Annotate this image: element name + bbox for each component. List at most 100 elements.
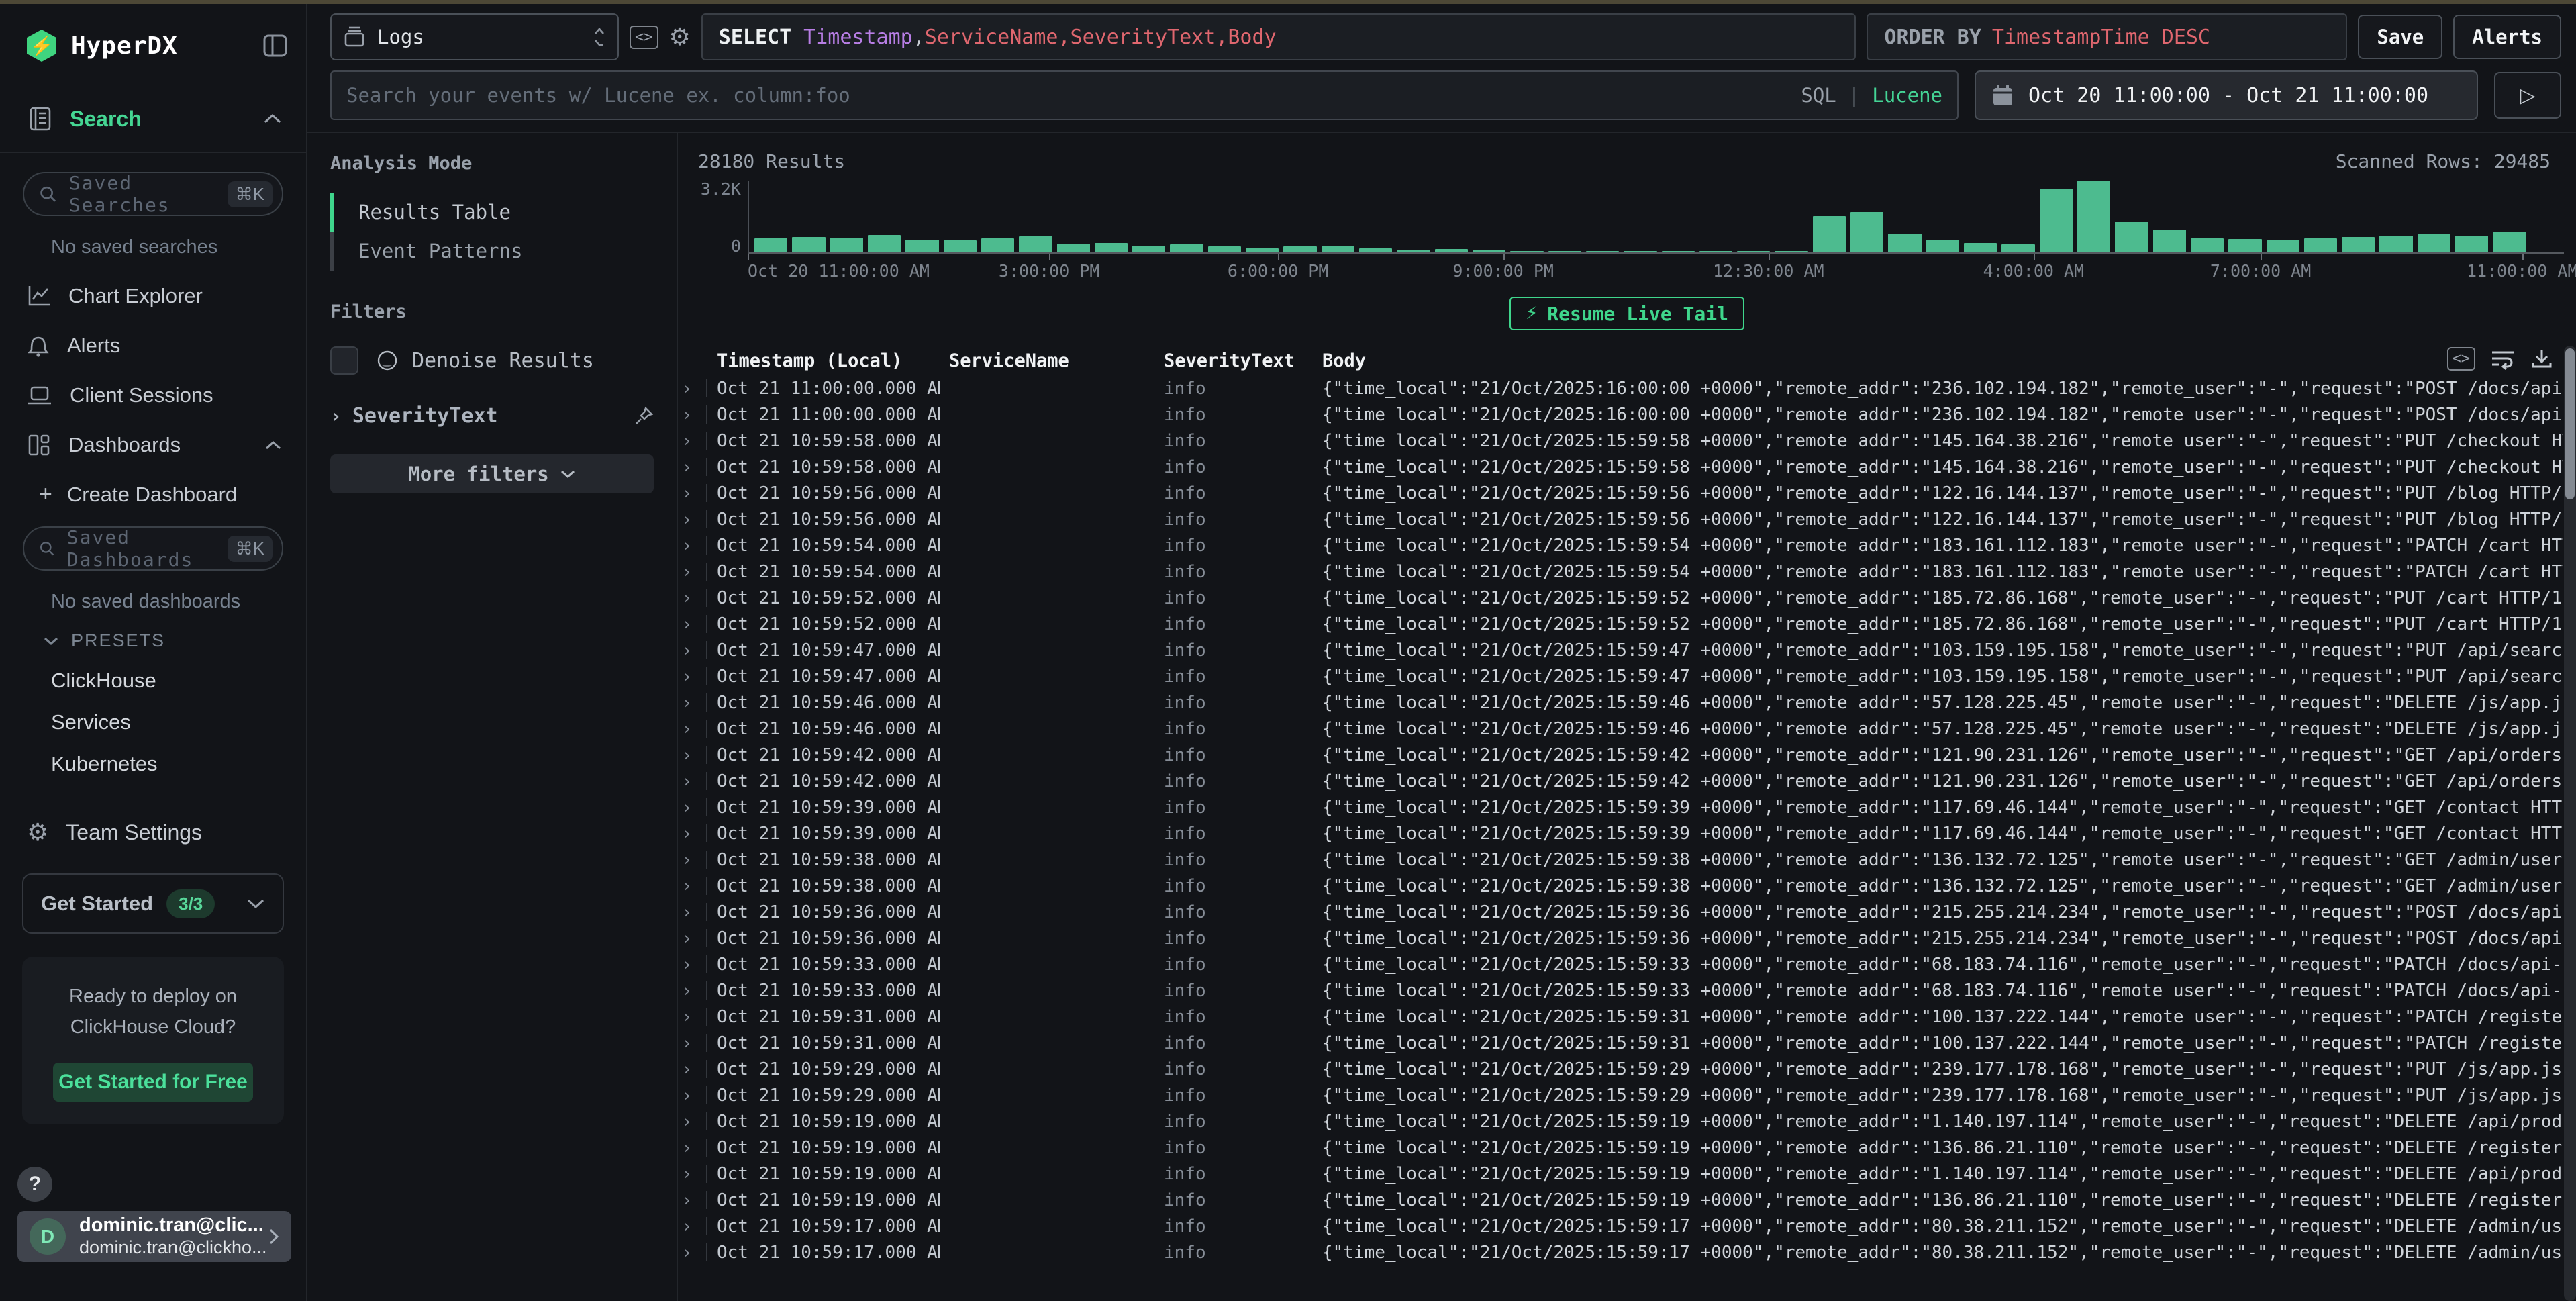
- expand-row-icon[interactable]: ›: [678, 981, 707, 1000]
- expand-row-icon[interactable]: ›: [678, 615, 707, 633]
- expand-row-icon[interactable]: ›: [678, 1034, 707, 1052]
- table-row[interactable]: › Oct 21 10:59:54.000 AM info {"time_loc…: [678, 559, 2563, 585]
- sidebar-item-alerts[interactable]: Alerts: [0, 334, 306, 358]
- expand-row-icon[interactable]: ›: [678, 877, 707, 895]
- table-row[interactable]: › Oct 21 11:00:00.000 AM info {"time_loc…: [678, 375, 2563, 401]
- table-row[interactable]: › Oct 21 10:59:19.000 AM info {"time_loc…: [678, 1135, 2563, 1161]
- expand-row-icon[interactable]: ›: [678, 405, 707, 424]
- run-query-button[interactable]: ▷: [2494, 72, 2561, 119]
- severity-filter-group[interactable]: › SeverityText: [330, 404, 654, 428]
- create-dashboard-button[interactable]: + Create Dashboard: [39, 481, 306, 508]
- expand-row-icon[interactable]: ›: [678, 851, 707, 869]
- column-header-timestamp[interactable]: Timestamp (Local): [707, 350, 940, 371]
- sidebar-item-client-sessions[interactable]: Client Sessions: [0, 383, 306, 407]
- sidebar-collapse-icon[interactable]: [263, 34, 287, 57]
- table-row[interactable]: › Oct 21 10:59:19.000 AM info {"time_loc…: [678, 1161, 2563, 1187]
- chart-bars[interactable]: [748, 181, 2564, 254]
- table-row[interactable]: › Oct 21 10:59:42.000 AM info {"time_loc…: [678, 742, 2563, 768]
- table-row[interactable]: › Oct 21 10:59:33.000 AM info {"time_loc…: [678, 951, 2563, 977]
- expand-row-icon[interactable]: ›: [678, 1191, 707, 1209]
- table-row[interactable]: › Oct 21 10:59:29.000 AM info {"time_loc…: [678, 1082, 2563, 1108]
- lucene-mode-option[interactable]: Lucene: [1872, 84, 1942, 107]
- pin-icon[interactable]: [634, 406, 654, 426]
- table-row[interactable]: › Oct 21 10:59:39.000 AM info {"time_loc…: [678, 794, 2563, 820]
- expand-row-icon[interactable]: ›: [678, 1060, 707, 1078]
- saved-dashboards-input[interactable]: Saved Dashboards ⌘K: [23, 526, 283, 571]
- expand-row-icon[interactable]: ›: [678, 1086, 707, 1104]
- query-settings-button[interactable]: ⚙: [669, 23, 691, 51]
- vertical-scrollbar[interactable]: [2564, 346, 2576, 1301]
- table-row[interactable]: › Oct 21 10:59:56.000 AM info {"time_loc…: [678, 506, 2563, 532]
- get-started-toggle[interactable]: Get Started 3/3: [22, 873, 284, 934]
- column-header-body[interactable]: Body: [1313, 350, 2563, 371]
- table-row[interactable]: › Oct 21 10:59:58.000 AM info {"time_loc…: [678, 454, 2563, 480]
- help-button[interactable]: ?: [17, 1167, 52, 1202]
- expand-row-icon[interactable]: ›: [678, 1217, 707, 1235]
- order-by-input[interactable]: ORDER BY TimestampTime DESC: [1867, 13, 2347, 60]
- table-row[interactable]: › Oct 21 10:59:46.000 AM info {"time_loc…: [678, 689, 2563, 716]
- expand-row-icon[interactable]: ›: [678, 1243, 707, 1261]
- user-menu[interactable]: D dominic.tran@clic... dominic.tran@clic…: [17, 1211, 291, 1262]
- table-row[interactable]: › Oct 21 10:59:31.000 AM info {"time_loc…: [678, 1030, 2563, 1056]
- expand-row-icon[interactable]: ›: [678, 746, 707, 764]
- download-icon[interactable]: [2530, 348, 2553, 371]
- expand-row-icon[interactable]: ›: [678, 903, 707, 921]
- table-row[interactable]: › Oct 21 10:59:47.000 AM info {"time_loc…: [678, 637, 2563, 663]
- get-started-free-button[interactable]: Get Started for Free: [53, 1063, 252, 1102]
- expand-row-icon[interactable]: ›: [678, 641, 707, 659]
- table-row[interactable]: › Oct 21 10:59:19.000 AM info {"time_loc…: [678, 1108, 2563, 1135]
- expand-row-icon[interactable]: ›: [678, 1165, 707, 1183]
- expand-row-icon[interactable]: ›: [678, 1008, 707, 1026]
- mode-event-patterns[interactable]: Event Patterns: [330, 232, 654, 271]
- expand-row-icon[interactable]: ›: [678, 536, 707, 555]
- sidebar-item-chart-explorer[interactable]: Chart Explorer: [0, 284, 306, 308]
- query-language-toggle[interactable]: SQL | Lucene: [1801, 84, 1942, 107]
- table-row[interactable]: › Oct 21 11:00:00.000 AM info {"time_loc…: [678, 401, 2563, 428]
- expand-row-icon[interactable]: ›: [678, 667, 707, 685]
- sidebar-item-team-settings[interactable]: ⚙ Team Settings: [27, 819, 306, 847]
- table-row[interactable]: › Oct 21 10:59:33.000 AM info {"time_loc…: [678, 977, 2563, 1004]
- sql-mode-option[interactable]: SQL: [1801, 84, 1836, 107]
- table-row[interactable]: › Oct 21 10:59:36.000 AM info {"time_loc…: [678, 899, 2563, 925]
- expand-row-icon[interactable]: ›: [678, 432, 707, 450]
- expand-row-icon[interactable]: ›: [678, 379, 707, 397]
- table-row[interactable]: › Oct 21 10:59:17.000 AM info {"time_loc…: [678, 1213, 2563, 1239]
- chevron-up-icon[interactable]: [263, 113, 282, 124]
- column-config-button[interactable]: <>: [630, 26, 658, 49]
- saved-searches-input[interactable]: Saved Searches ⌘K: [23, 172, 283, 216]
- expand-row-icon[interactable]: ›: [678, 929, 707, 947]
- table-row[interactable]: › Oct 21 10:59:31.000 AM info {"time_loc…: [678, 1004, 2563, 1030]
- table-row[interactable]: › Oct 21 10:59:39.000 AM info {"time_loc…: [678, 820, 2563, 847]
- select-clause-input[interactable]: SELECTTimestamp,ServiceName,SeverityText…: [701, 13, 1856, 60]
- expand-row-icon[interactable]: ›: [678, 1139, 707, 1157]
- table-row[interactable]: › Oct 21 10:59:47.000 AM info {"time_loc…: [678, 663, 2563, 689]
- expand-row-icon[interactable]: ›: [678, 824, 707, 842]
- expand-row-icon[interactable]: ›: [678, 484, 707, 502]
- table-row[interactable]: › Oct 21 10:59:58.000 AM info {"time_loc…: [678, 428, 2563, 454]
- sidebar-item-search[interactable]: Search: [0, 106, 306, 132]
- chevron-up-icon[interactable]: [264, 440, 282, 450]
- expand-row-icon[interactable]: ›: [678, 720, 707, 738]
- presets-group-toggle[interactable]: PRESETS: [43, 630, 306, 651]
- expand-row-icon[interactable]: ›: [678, 1112, 707, 1130]
- column-header-severitytext[interactable]: SeverityText: [1154, 350, 1313, 371]
- sidebar-item-dashboards[interactable]: Dashboards: [0, 433, 306, 457]
- table-row[interactable]: › Oct 21 10:59:38.000 AM info {"time_loc…: [678, 847, 2563, 873]
- table-row[interactable]: › Oct 21 10:59:52.000 AM info {"time_loc…: [678, 611, 2563, 637]
- expand-row-icon[interactable]: ›: [678, 693, 707, 712]
- preset-item-services[interactable]: Services: [51, 710, 306, 734]
- columns-config-icon[interactable]: <>: [2447, 347, 2476, 371]
- mode-results-table[interactable]: Results Table: [330, 193, 654, 232]
- expand-row-icon[interactable]: ›: [678, 510, 707, 528]
- preset-item-clickhouse[interactable]: ClickHouse: [51, 669, 306, 693]
- event-search-input[interactable]: Search your events w/ Lucene ex. column:…: [330, 70, 1959, 120]
- column-header-servicename[interactable]: ServiceName: [940, 350, 1154, 371]
- table-row[interactable]: › Oct 21 10:59:46.000 AM info {"time_loc…: [678, 716, 2563, 742]
- scrollbar-thumb[interactable]: [2565, 348, 2575, 499]
- expand-row-icon[interactable]: ›: [678, 798, 707, 816]
- expand-row-icon[interactable]: ›: [678, 955, 707, 973]
- table-row[interactable]: › Oct 21 10:59:54.000 AM info {"time_loc…: [678, 532, 2563, 559]
- wrap-text-icon[interactable]: [2490, 348, 2516, 370]
- table-row[interactable]: › Oct 21 10:59:29.000 AM info {"time_loc…: [678, 1056, 2563, 1082]
- table-row[interactable]: › Oct 21 10:59:56.000 AM info {"time_loc…: [678, 480, 2563, 506]
